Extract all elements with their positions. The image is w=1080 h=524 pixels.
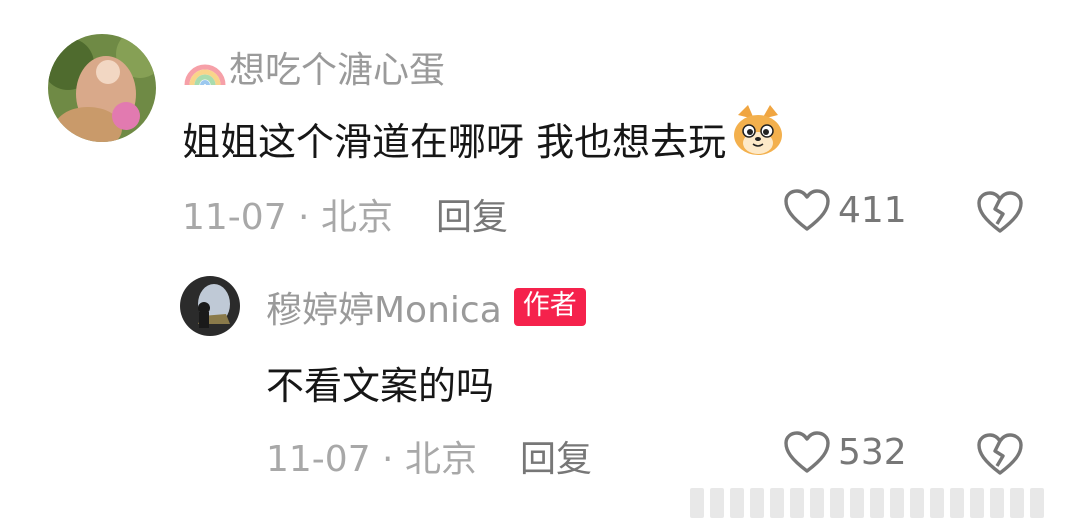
avatar[interactable] bbox=[180, 276, 240, 336]
comment-meta: 11-07 · 北京 bbox=[182, 197, 393, 238]
username-text: 穆婷婷Monica bbox=[266, 290, 502, 331]
comment-text-content: 姐姐这个滑道在哪呀 我也想去玩 bbox=[182, 119, 727, 164]
username[interactable]: 想吃个溏心蛋 bbox=[183, 42, 445, 92]
reply-button[interactable]: 回复 bbox=[436, 188, 508, 240]
comment-text: 不看文案的吗 bbox=[266, 356, 494, 408]
like-button[interactable]: 532 bbox=[782, 429, 907, 475]
heart-icon bbox=[784, 189, 830, 231]
username-text: 想吃个溏心蛋 bbox=[229, 50, 446, 91]
like-button[interactable]: 411 bbox=[782, 187, 907, 233]
dislike-button[interactable] bbox=[975, 431, 1025, 477]
comment-item: 想吃个溏心蛋 姐姐这个滑道在哪呀 我也想去玩 11-07 · 北京 回复 411 bbox=[0, 0, 1080, 260]
author-badge: 作者 bbox=[513, 288, 586, 326]
comment-meta: 11-07 · 北京 bbox=[266, 439, 477, 480]
reply-button[interactable]: 回复 bbox=[520, 430, 592, 482]
watermark bbox=[690, 482, 1080, 524]
comment-text: 姐姐这个滑道在哪呀 我也想去玩 bbox=[182, 105, 788, 164]
avatar[interactable] bbox=[48, 34, 156, 142]
like-count: 411 bbox=[838, 189, 907, 231]
dislike-button[interactable] bbox=[975, 189, 1025, 235]
username[interactable]: 穆婷婷Monica 作者 bbox=[266, 282, 586, 332]
broken-heart-icon bbox=[977, 433, 1023, 475]
broken-heart-icon bbox=[977, 191, 1023, 233]
like-count: 532 bbox=[838, 431, 907, 473]
heart-icon bbox=[784, 431, 830, 473]
rainbow-icon bbox=[183, 45, 227, 89]
comment-text-content: 不看文案的吗 bbox=[266, 363, 495, 408]
dog-face-icon bbox=[728, 101, 788, 161]
